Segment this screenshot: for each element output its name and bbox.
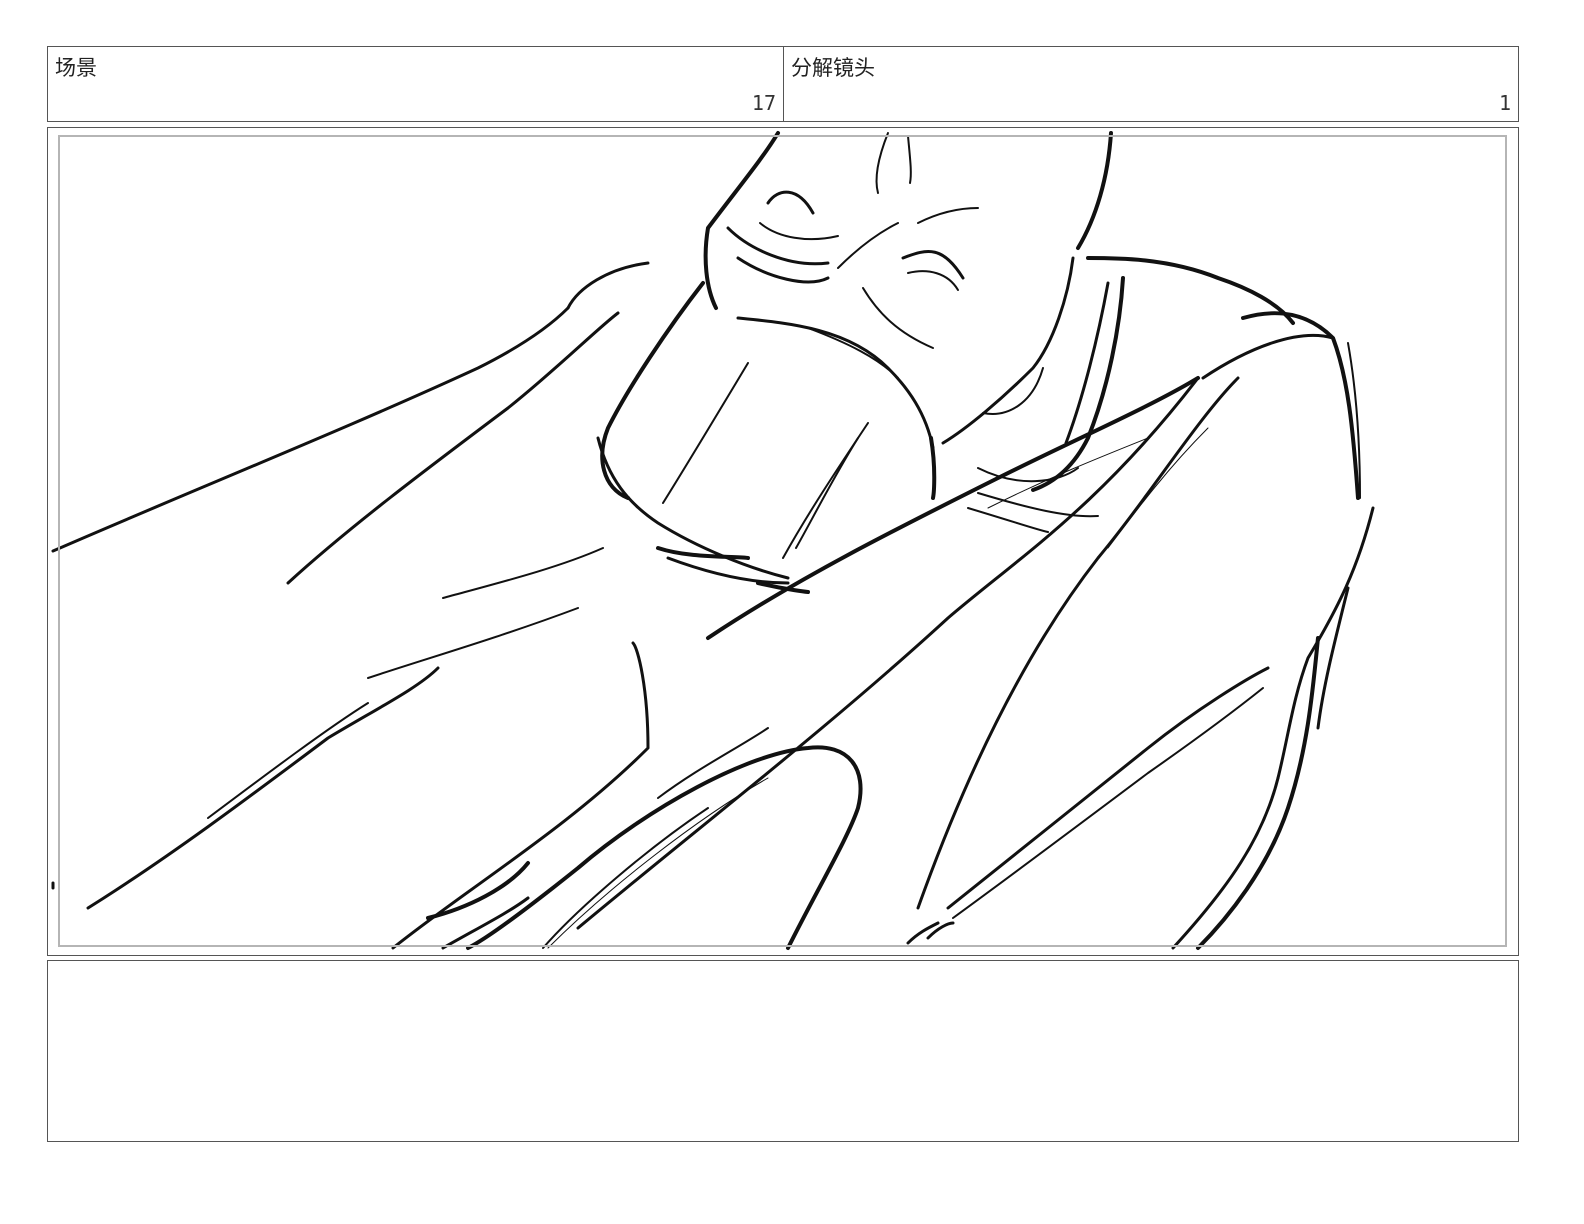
forearm-top <box>86 666 440 910</box>
eye-right-upper <box>901 250 965 280</box>
shot-cell: 分解镜头 1 <box>784 47 1518 121</box>
sleeve-line-2 <box>367 607 579 679</box>
mouth-line <box>736 316 935 450</box>
head-top-line <box>875 132 889 194</box>
ear-curve <box>941 256 1075 445</box>
arm-left-shoulder <box>566 261 650 310</box>
inner-line-long-2 <box>1107 427 1209 549</box>
head-outline-right <box>1076 131 1113 250</box>
torso-front-main <box>706 376 1200 640</box>
storyboard-panel <box>47 127 1519 956</box>
torso-right-edge-2 <box>1316 586 1350 730</box>
inner-diag <box>946 666 1270 910</box>
sleeve-line <box>442 547 604 599</box>
eye-right-lid <box>907 270 959 291</box>
sketch-drawing <box>51 131 1375 950</box>
ear-line <box>929 436 937 500</box>
scene-label: 场景 <box>55 56 97 80</box>
shot-number: 1 <box>1498 91 1511 115</box>
eye-left-lower <box>736 256 830 284</box>
torso-right-edge <box>1276 506 1375 780</box>
scene-cell: 场景 17 <box>48 47 784 121</box>
storyboard-header: 场景 17 分解镜头 1 <box>47 46 1519 122</box>
head-crease <box>907 135 912 184</box>
neck-hatch <box>967 507 1049 533</box>
notes-box[interactable] <box>47 960 1519 1142</box>
eye-left-lid <box>759 222 839 241</box>
chin-hatch-1 <box>662 362 749 504</box>
eye-left-upper <box>766 190 815 215</box>
arm-left-top <box>51 306 570 553</box>
collar-inner-2 <box>1064 281 1110 445</box>
inner-diag-2 <box>952 687 1264 919</box>
chin-contour <box>596 436 790 580</box>
shot-label: 分解镜头 <box>791 56 875 80</box>
brow-right <box>917 207 979 224</box>
arm-crease-2 <box>441 896 530 950</box>
torso-front-2 <box>576 376 1200 930</box>
cheek-line <box>862 287 934 349</box>
shoulder-right-outer <box>1201 333 1335 380</box>
lip-lower <box>656 546 750 560</box>
scene-number: 17 <box>751 91 776 115</box>
neck-line <box>977 492 1099 518</box>
collar-inner <box>1031 276 1125 492</box>
shoulder-right <box>1241 311 1360 500</box>
chin-hatch-3 <box>795 437 859 549</box>
nose-line <box>837 222 899 269</box>
forearm-inner <box>207 702 369 819</box>
arm-left-bottom <box>286 311 620 585</box>
head-outline-left <box>703 131 780 310</box>
mouth-line-2 <box>807 327 899 379</box>
lip-lower-2 <box>666 556 790 585</box>
